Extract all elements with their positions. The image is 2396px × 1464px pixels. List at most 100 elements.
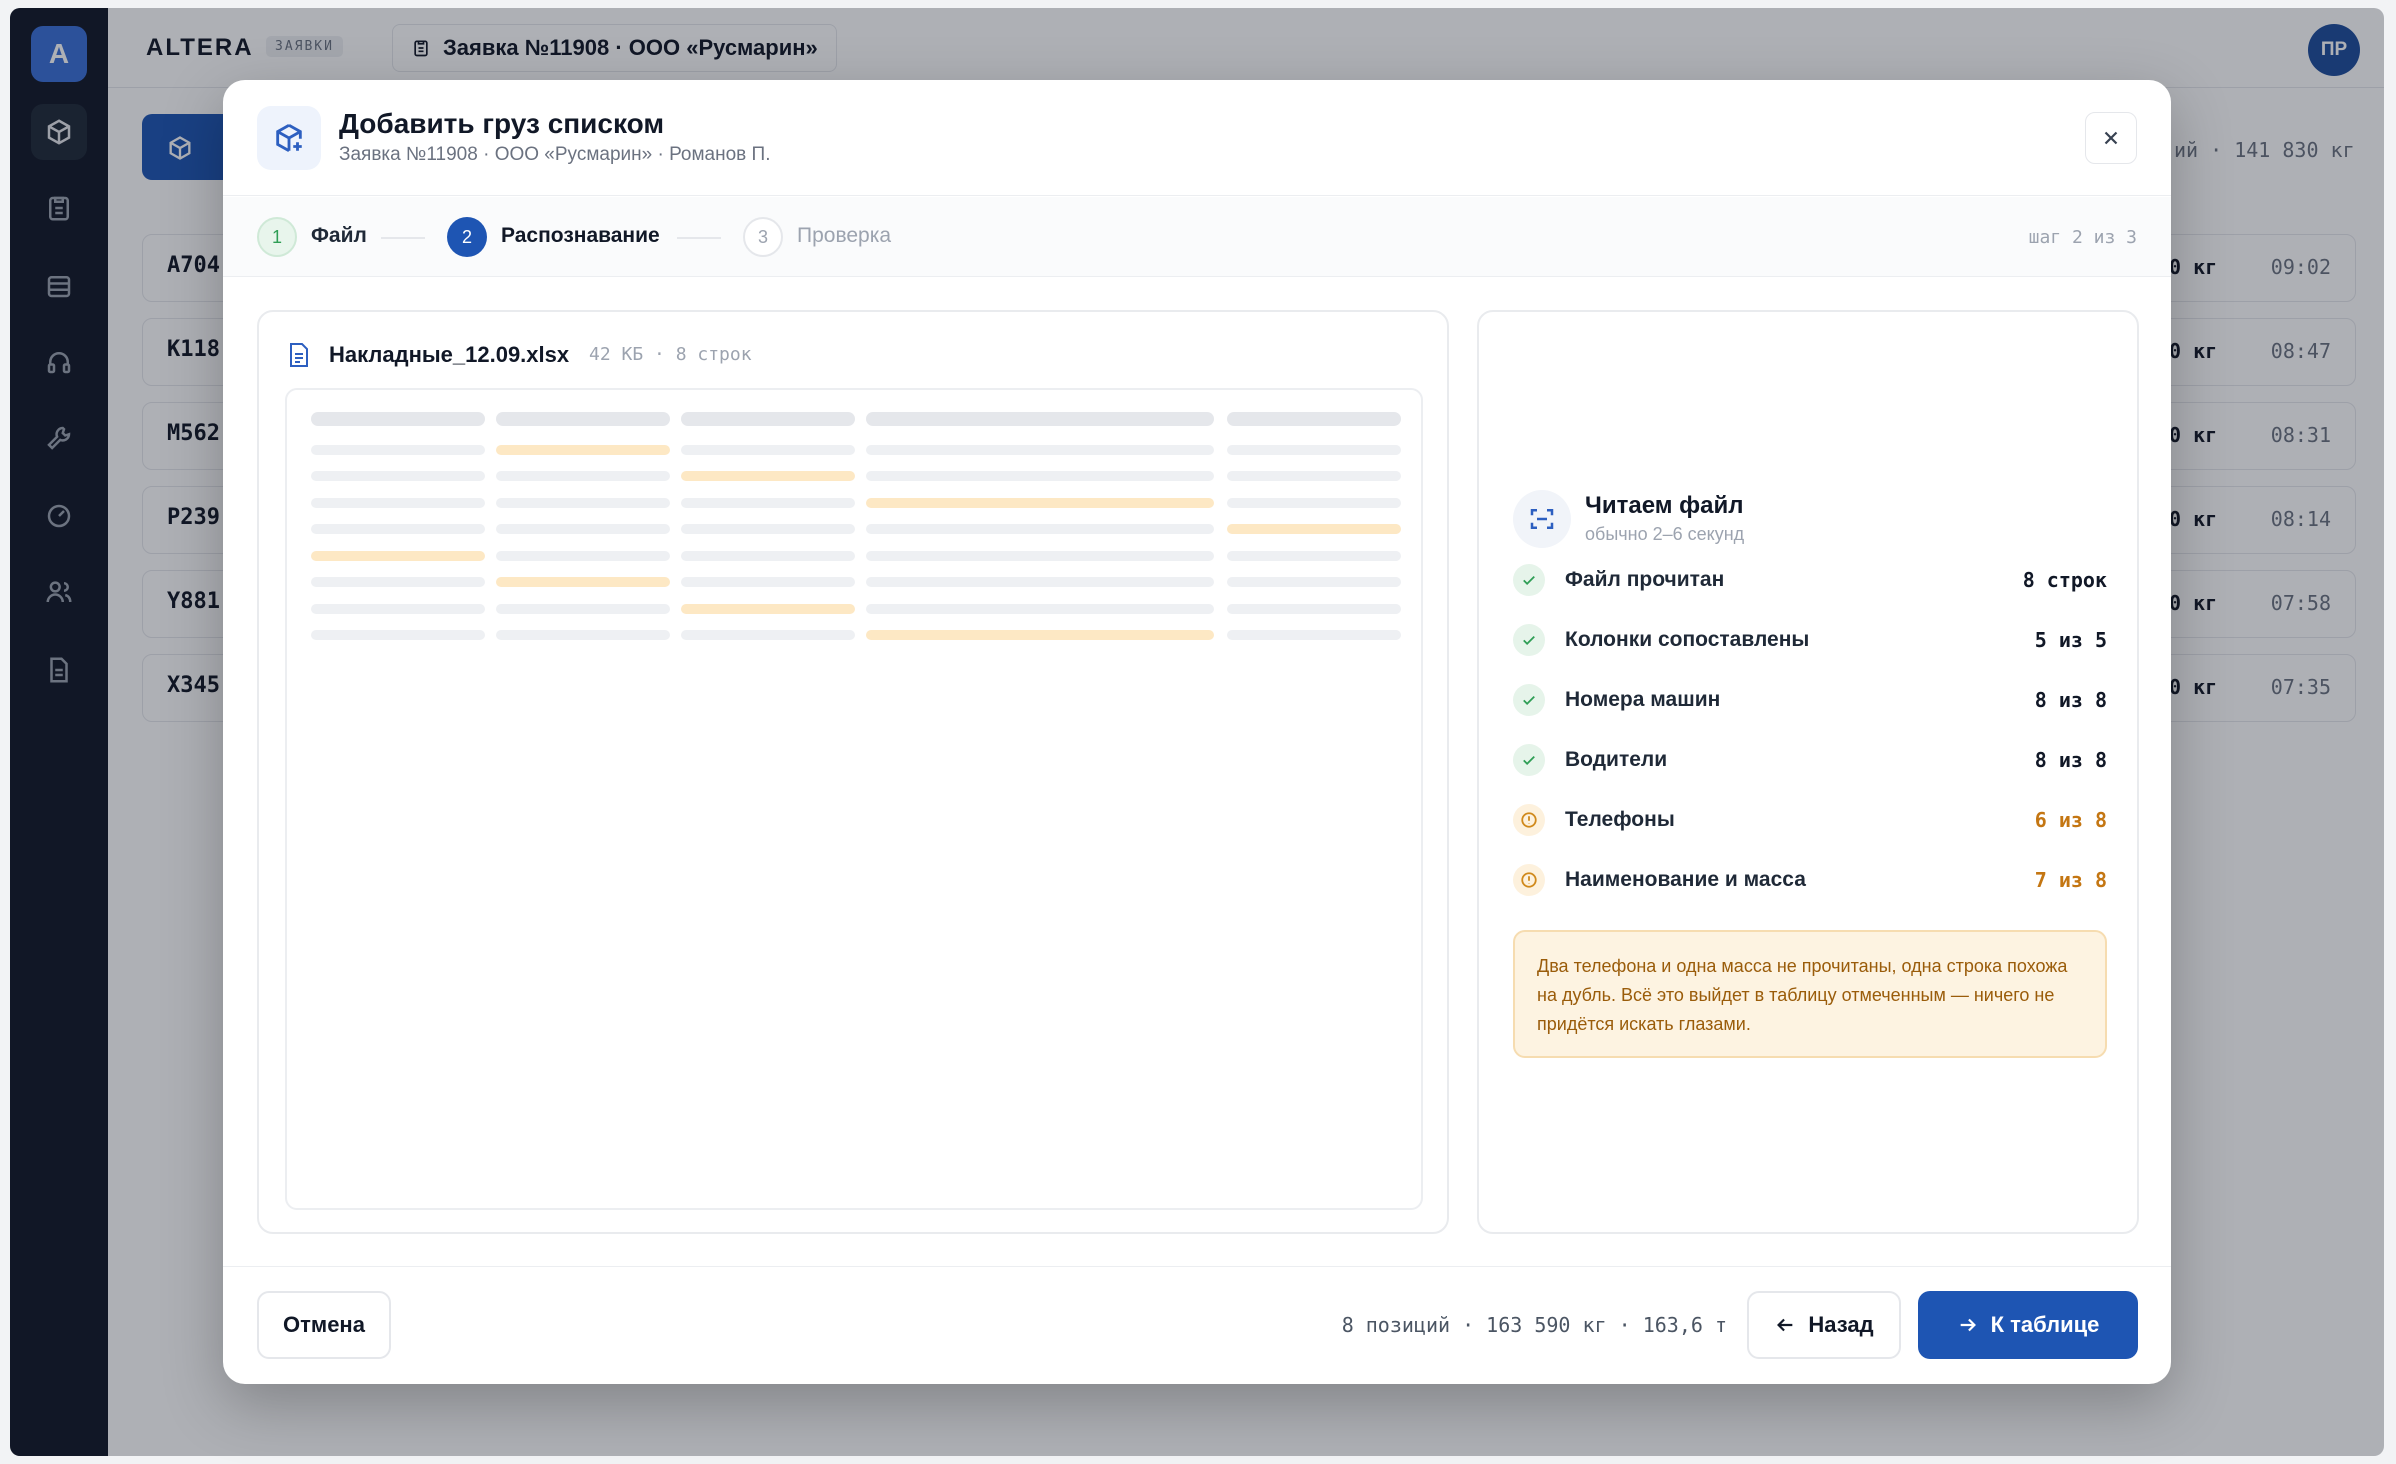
check-value: 5 из 5 — [2034, 628, 2107, 652]
dialog-subtitle: Заявка №11908 · ООО «Русмарин» · Романов… — [339, 144, 771, 165]
recognition-subtitle: обычно 2–6 секунд — [1585, 524, 1745, 544]
check-icon — [1513, 684, 1545, 716]
cargo-totals: 8 позиций · 163 590 кг · 163,6 т — [1341, 1313, 1727, 1337]
preview-header-cell — [496, 412, 670, 426]
preview-cell — [866, 471, 1214, 481]
preview-cell — [1227, 471, 1401, 481]
preview-cell — [681, 550, 855, 561]
check-label: Номера машин — [1565, 688, 1721, 711]
check-row: Наименование и масса 7 из 8 — [1513, 860, 2107, 900]
preview-cell — [311, 444, 485, 455]
check-row: Колонки сопоставлены 5 из 5 — [1513, 620, 2107, 660]
preview-cell — [681, 577, 855, 587]
file-meta: 42 КБ · 8 строк — [589, 344, 752, 365]
preview-cell — [496, 471, 670, 481]
check-label: Водители — [1565, 748, 1668, 771]
check-row: Телефоны 6 из 8 — [1513, 800, 2107, 840]
preview-cell — [1227, 524, 1401, 534]
preview-cell — [311, 471, 485, 481]
spreadsheet-file-icon — [287, 342, 311, 368]
preview-header-cell — [681, 412, 855, 426]
cancel-label: Отмена — [283, 1312, 365, 1337]
preview-cell — [681, 603, 855, 614]
step-3-number[interactable]: 3 — [743, 217, 783, 257]
cancel-button[interactable]: Отмена — [257, 1291, 391, 1359]
dialog-header: Добавить груз списком Заявка №11908 · ОО… — [223, 80, 2171, 196]
preview-cell — [496, 630, 670, 640]
step-3-label[interactable]: Проверка — [797, 224, 891, 248]
preview-cell — [496, 444, 670, 455]
file-preview-table — [285, 388, 1423, 1210]
step-1-number[interactable]: 1 — [257, 217, 297, 257]
preview-header-cell — [866, 412, 1214, 426]
check-value: 8 из 8 — [2034, 688, 2107, 712]
preview-cell — [681, 630, 855, 640]
preview-cell — [866, 577, 1214, 587]
arrow-right-icon — [1960, 1318, 1976, 1332]
check-row: Файл прочитан 8 строк — [1513, 560, 2107, 600]
preview-header-cell — [311, 412, 485, 426]
preview-cell — [1227, 497, 1401, 508]
preview-cell — [311, 603, 485, 614]
preview-cell — [311, 577, 485, 587]
preview-cell — [866, 603, 1214, 614]
preview-cell — [496, 550, 670, 561]
check-icon — [1513, 624, 1545, 656]
preview-cell — [311, 630, 485, 640]
step-2-label[interactable]: Распознавание — [501, 224, 660, 248]
scan-icon — [1513, 490, 1571, 548]
check-icon — [1513, 744, 1545, 776]
preview-header-cell — [1227, 412, 1401, 426]
preview-cell — [1227, 630, 1401, 640]
file-name: Накладные_12.09.xlsx — [329, 342, 570, 367]
preview-cell — [681, 444, 855, 455]
check-row: Водители 8 из 8 — [1513, 740, 2107, 780]
back-button[interactable]: Назад — [1747, 1291, 1901, 1359]
back-label: Назад — [1808, 1312, 1874, 1337]
preview-cell — [496, 497, 670, 508]
preview-cell — [496, 524, 670, 534]
package-add-icon — [257, 106, 321, 170]
preview-cell — [311, 524, 485, 534]
check-value: 6 из 8 — [2034, 808, 2107, 832]
check-label: Телефоны — [1565, 808, 1675, 831]
to-table-button[interactable]: К таблице — [1918, 1291, 2138, 1359]
to-table-label: К таблице — [1990, 1312, 2100, 1337]
preview-cell — [311, 550, 485, 561]
preview-cell — [496, 603, 670, 614]
warning-icon — [1513, 864, 1545, 896]
preview-cell — [681, 471, 855, 481]
preview-cell — [866, 630, 1214, 640]
preview-cell — [866, 497, 1214, 508]
add-cargo-dialog: Добавить груз списком Заявка №11908 · ОО… — [223, 80, 2171, 1384]
warning-icon — [1513, 804, 1545, 836]
check-label: Файл прочитан — [1565, 568, 1725, 591]
preview-cell — [496, 577, 670, 587]
check-value: 8 из 8 — [2034, 748, 2107, 772]
dialog-title: Добавить груз списком — [339, 108, 665, 139]
check-label: Наименование и масса — [1565, 868, 1806, 891]
step-counter: шаг 2 из 3 — [2028, 227, 2137, 248]
step-1-label[interactable]: Файл — [311, 224, 367, 248]
recognition-warning-note: Два телефона и одна масса не прочитаны, … — [1513, 930, 2107, 1058]
check-value: 8 строк — [2022, 568, 2107, 592]
step-2-number[interactable]: 2 — [447, 217, 487, 257]
preview-cell — [866, 524, 1214, 534]
recognition-panel: Читаем файл обычно 2–6 секунд Файл прочи… — [1477, 310, 2139, 1234]
preview-cell — [311, 497, 485, 508]
stepper: 1 Файл 2 Распознавание 3 Проверка шаг 2 … — [223, 197, 2171, 277]
recognition-title: Читаем файл — [1585, 492, 1744, 519]
step-connector — [381, 237, 425, 239]
preview-cell — [866, 550, 1214, 561]
close-button[interactable] — [2085, 112, 2137, 164]
preview-cell — [1227, 603, 1401, 614]
preview-cell — [681, 497, 855, 508]
dialog-footer: Отмена 8 позиций · 163 590 кг · 163,6 т … — [223, 1266, 2171, 1384]
check-row: Номера машин 8 из 8 — [1513, 680, 2107, 720]
preview-cell — [866, 444, 1214, 455]
preview-cell — [1227, 550, 1401, 561]
preview-cell — [1227, 444, 1401, 455]
check-label: Колонки сопоставлены — [1565, 628, 1810, 651]
file-preview-panel: Накладные_12.09.xlsx 42 КБ · 8 строк — [257, 310, 1449, 1234]
preview-cell — [681, 524, 855, 534]
